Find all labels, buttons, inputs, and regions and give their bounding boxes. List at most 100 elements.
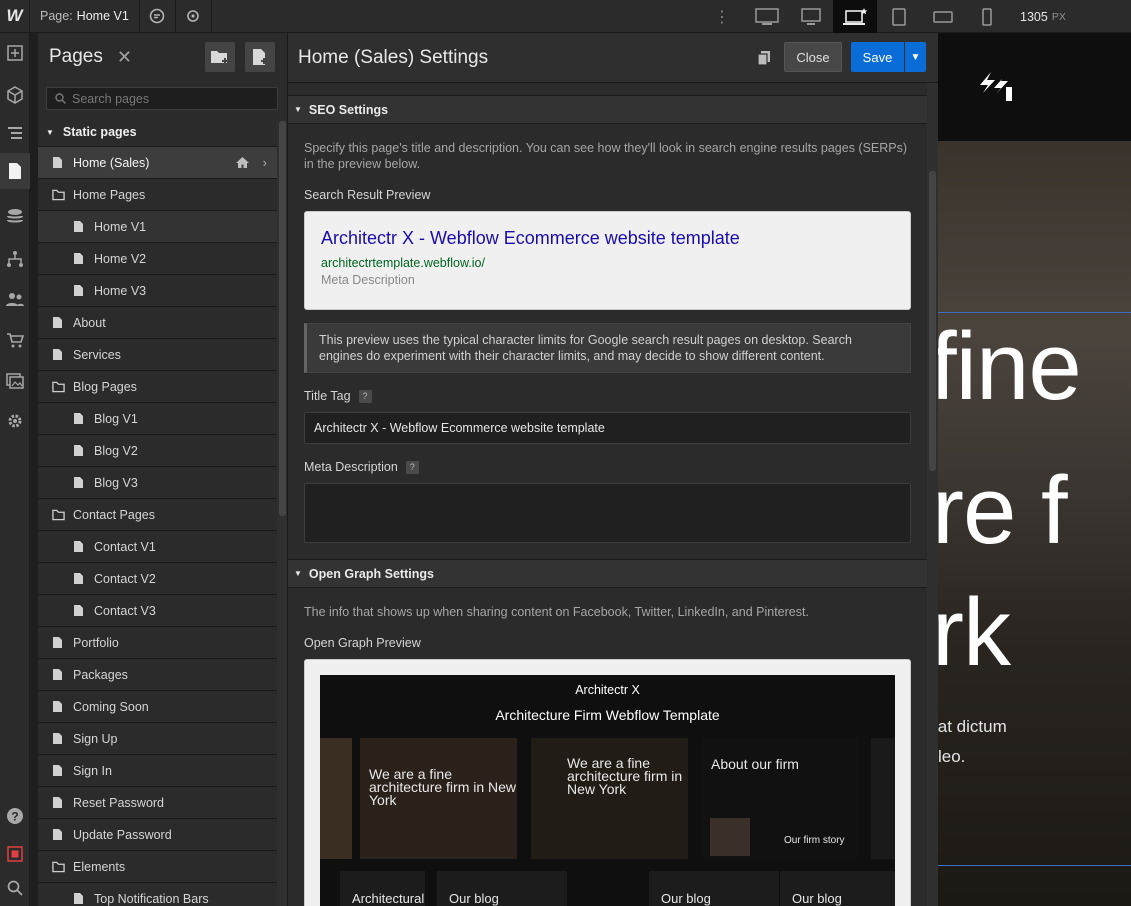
page-row-label: Blog V2 xyxy=(94,443,138,458)
webflow-logo[interactable]: W xyxy=(0,0,30,33)
folder-row[interactable]: Elements xyxy=(38,851,277,883)
more-vertical-icon[interactable]: ⋮ xyxy=(712,0,732,33)
page-row[interactable]: Update Password xyxy=(38,819,277,851)
mobile-portrait-icon[interactable] xyxy=(965,0,1009,33)
current-page-selector[interactable]: Page: Home V1 xyxy=(30,0,140,33)
current-page-name: Home V1 xyxy=(76,9,129,23)
page-row[interactable]: Home V1 xyxy=(38,211,277,243)
new-page-button[interactable] xyxy=(245,42,275,72)
open-graph-preview-label: Open Graph Preview xyxy=(304,636,421,650)
page-row[interactable]: Packages xyxy=(38,659,277,691)
record-icon[interactable] xyxy=(0,836,30,872)
save-button[interactable]: Save xyxy=(851,42,904,72)
og-card: We are a fine architecture firm in New Y… xyxy=(360,738,517,859)
assets-icon[interactable] xyxy=(0,363,30,399)
page-icon xyxy=(52,636,65,649)
og-card-edge-right xyxy=(871,738,895,859)
desktop-icon[interactable] xyxy=(789,0,833,33)
design-canvas[interactable]: fine re f rk iat dictum leo. xyxy=(938,33,1131,906)
page-row[interactable]: Contact V3 xyxy=(38,595,277,627)
caret-down-icon: ▼ xyxy=(46,127,54,137)
static-pages-toggle[interactable]: ▼ Static pages xyxy=(38,118,287,147)
help-icon[interactable]: ? xyxy=(358,389,372,403)
settings-scrollbar[interactable] xyxy=(927,83,938,906)
page-row[interactable]: Top Notification Bars xyxy=(38,883,277,906)
page-row[interactable]: About xyxy=(38,307,277,339)
og-card-story: Our firm story xyxy=(784,835,845,846)
title-tag-label: Title Tag xyxy=(304,389,351,403)
page-icon xyxy=(73,284,86,297)
folder-icon xyxy=(52,188,65,201)
page-row[interactable]: Blog V3 xyxy=(38,467,277,499)
og-row-card: Our blog xyxy=(780,871,895,906)
add-icon[interactable] xyxy=(0,35,30,71)
help-icon[interactable]: ? xyxy=(405,460,419,474)
help-icon[interactable]: ? xyxy=(0,798,30,834)
settings-gear-icon[interactable] xyxy=(0,403,30,439)
meta-description-textarea[interactable] xyxy=(304,483,911,543)
search-pages-input[interactable]: Search pages xyxy=(46,87,278,110)
site-logo-icon xyxy=(980,72,1012,101)
page-row[interactable]: Coming Soon xyxy=(38,691,277,723)
page-row[interactable]: Home (Sales) › xyxy=(38,147,277,179)
seo-settings-section-header[interactable]: ▼ SEO Settings xyxy=(288,95,927,124)
hero-paragraph-line-1: iat dictum xyxy=(938,717,1007,736)
pages-scrollbar-thumb[interactable] xyxy=(279,121,286,516)
open-graph-body: The info that shows up when sharing cont… xyxy=(288,604,927,906)
page-row[interactable]: Contact V2 xyxy=(38,563,277,595)
page-row[interactable]: Home V3 xyxy=(38,275,277,307)
search-pages-placeholder: Search pages xyxy=(72,91,150,106)
navigator-cube-icon[interactable] xyxy=(0,77,30,113)
page-row[interactable]: Sign In xyxy=(38,755,277,787)
folder-row[interactable]: Home Pages xyxy=(38,179,277,211)
open-graph-section-header[interactable]: ▼ Open Graph Settings xyxy=(288,559,927,588)
page-row-label: Packages xyxy=(73,667,128,682)
settings-scrollbar-thumb[interactable] xyxy=(929,171,936,471)
hero-heading-line-2: re f xyxy=(938,457,1068,564)
page-row[interactable]: Portfolio xyxy=(38,627,277,659)
folder-icon xyxy=(52,860,65,873)
laptop-base-icon[interactable] xyxy=(833,0,877,33)
page-row[interactable]: Blog V2 xyxy=(38,435,277,467)
folder-row[interactable]: Contact Pages xyxy=(38,499,277,531)
layers-icon[interactable] xyxy=(0,115,30,151)
ecommerce-cart-icon[interactable] xyxy=(0,322,30,358)
pages-icon[interactable] xyxy=(0,153,30,189)
logic-icon[interactable] xyxy=(0,241,30,277)
page-row-label: Contact V2 xyxy=(94,571,156,586)
og-row-card-text: Our blog xyxy=(661,891,711,906)
mobile-landscape-icon[interactable] xyxy=(921,0,965,33)
comments-icon[interactable] xyxy=(140,0,176,33)
page-row[interactable]: Home V2 xyxy=(38,243,277,275)
duplicate-icon[interactable] xyxy=(757,50,771,69)
search-icon[interactable] xyxy=(0,870,30,906)
close-icon[interactable]: ✕ xyxy=(117,47,132,68)
pages-scrollbar[interactable] xyxy=(277,121,287,906)
folder-row[interactable]: Blog Pages xyxy=(38,371,277,403)
close-button[interactable]: Close xyxy=(784,42,842,72)
page-row[interactable]: Blog V1 xyxy=(38,403,277,435)
page-row[interactable]: Contact V1 xyxy=(38,531,277,563)
desktop-large-icon[interactable] xyxy=(745,0,789,33)
serp-preview-note: This preview uses the typical character … xyxy=(304,323,911,373)
tablet-icon[interactable] xyxy=(877,0,921,33)
chevron-down-icon[interactable]: ▼ xyxy=(905,42,926,72)
seo-settings-body: Specify this page's title and descriptio… xyxy=(288,140,927,543)
serp-title: Architectr X - Webflow Ecommerce website… xyxy=(321,228,740,248)
page-row[interactable]: Reset Password xyxy=(38,787,277,819)
page-row-label: Update Password xyxy=(73,827,172,842)
chevron-right-icon[interactable]: › xyxy=(263,155,267,170)
pages-panel: Pages ✕ Search pages ▼ Static pages Home… xyxy=(38,33,288,906)
users-icon[interactable] xyxy=(0,281,30,317)
page-row[interactable]: Services xyxy=(38,339,277,371)
cms-database-icon[interactable] xyxy=(0,199,30,235)
search-result-preview: Architectr X - Webflow Ecommerce website… xyxy=(304,211,911,310)
page-icon xyxy=(52,348,65,361)
page-row[interactable]: Sign Up xyxy=(38,723,277,755)
page-row-label: Sign Up xyxy=(73,731,118,746)
home-icon xyxy=(235,156,250,172)
page-icon xyxy=(52,764,65,777)
title-tag-input[interactable]: Architectr X - Webflow Ecommerce website… xyxy=(304,412,911,444)
preview-eye-icon[interactable] xyxy=(176,0,212,33)
new-folder-button[interactable] xyxy=(205,42,235,72)
